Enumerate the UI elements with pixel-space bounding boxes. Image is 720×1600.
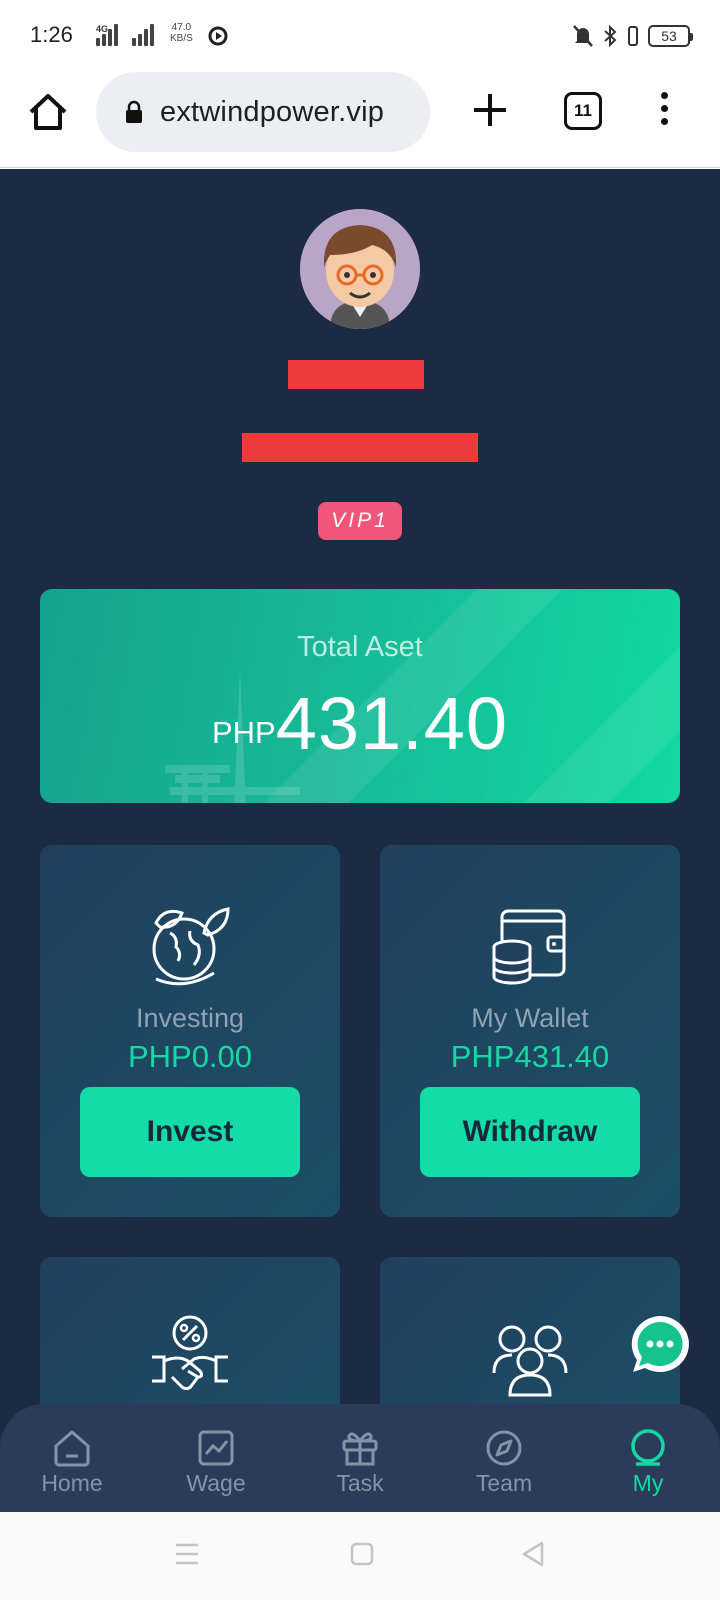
more-menu-icon[interactable] [654,88,674,132]
vibrate-icon [628,26,638,46]
wallet-value: PHP431.40 [450,1039,610,1074]
wallet-tile: My Wallet PHP431.40 Withdraw [380,845,680,1217]
invest-button[interactable]: Invest [80,1087,300,1177]
vip-badge: VIP1 [318,502,402,540]
gift-icon [342,1432,378,1466]
nav-team-label: Team [475,1470,533,1496]
nav-home-label: Home [41,1470,103,1496]
bottom-nav: Home Wage Task Team My [0,1404,720,1512]
url-text: extwindpower.vip [160,95,385,128]
wallet-coins-icon [492,909,566,985]
redacted-username [288,360,424,389]
chat-icon[interactable] [627,1312,693,1378]
tab-switcher-button[interactable]: 11 [564,92,602,130]
home-icon[interactable] [26,90,70,134]
signal-icon [96,22,122,46]
redacted-phone [242,433,478,462]
system-nav-bar [0,1512,720,1600]
nav-my[interactable]: My [576,1404,720,1512]
nav-task[interactable]: Task [288,1404,432,1512]
nav-task-label: Task [336,1470,384,1496]
asset-amount: 431.40 [275,682,509,765]
browser-toolbar: extwindpower.vip 11 [0,70,720,168]
handshake-percent-icon [152,1315,228,1391]
status-time: 1:26 [30,22,73,47]
investing-tile: Investing PHP0.00 Invest [40,845,340,1217]
asset-title: Total Aset [297,631,423,663]
account-page: VIP1 Total Aset PHP431.40 Investing PHP0… [0,169,720,1511]
nav-wage[interactable]: Wage [144,1404,288,1512]
compass-icon [486,1430,522,1466]
back-icon[interactable] [520,1540,546,1568]
lock-icon [126,100,142,123]
total-asset-card: Total Aset PHP431.40 [40,589,680,803]
nav-team[interactable]: Team [432,1404,576,1512]
nav-wage-label: Wage [186,1470,246,1496]
network-speed: 47.0 KB/S [170,22,193,44]
investing-label: Investing [135,1003,245,1033]
battery-indicator: 53 [648,25,693,47]
address-bar[interactable]: extwindpower.vip [96,72,430,152]
user-icon [631,1429,665,1466]
notifications-off-icon [573,25,593,47]
bluetooth-icon [604,24,617,48]
media-icon [208,26,228,46]
asset-value: PHP431.40 [40,681,680,766]
asset-currency: PHP [211,715,276,750]
withdraw-button[interactable]: Withdraw [420,1087,640,1177]
new-tab-icon[interactable] [470,90,510,130]
avatar [300,209,420,329]
team-people-icon [492,1325,568,1397]
investing-value: PHP0.00 [127,1039,253,1074]
recents-menu-icon[interactable] [174,1542,200,1566]
wallet-label: My Wallet [471,1003,589,1033]
home-square-icon[interactable] [350,1542,374,1566]
home-icon [54,1430,90,1467]
signal-icon-2 [132,22,158,46]
nav-home[interactable]: Home [0,1404,144,1512]
nav-my-label: My [632,1470,664,1496]
status-bar: 1:26 4G 47.0 KB/S 53 [0,0,720,70]
globe-leaves-icon [152,907,230,986]
chart-icon [198,1430,234,1466]
